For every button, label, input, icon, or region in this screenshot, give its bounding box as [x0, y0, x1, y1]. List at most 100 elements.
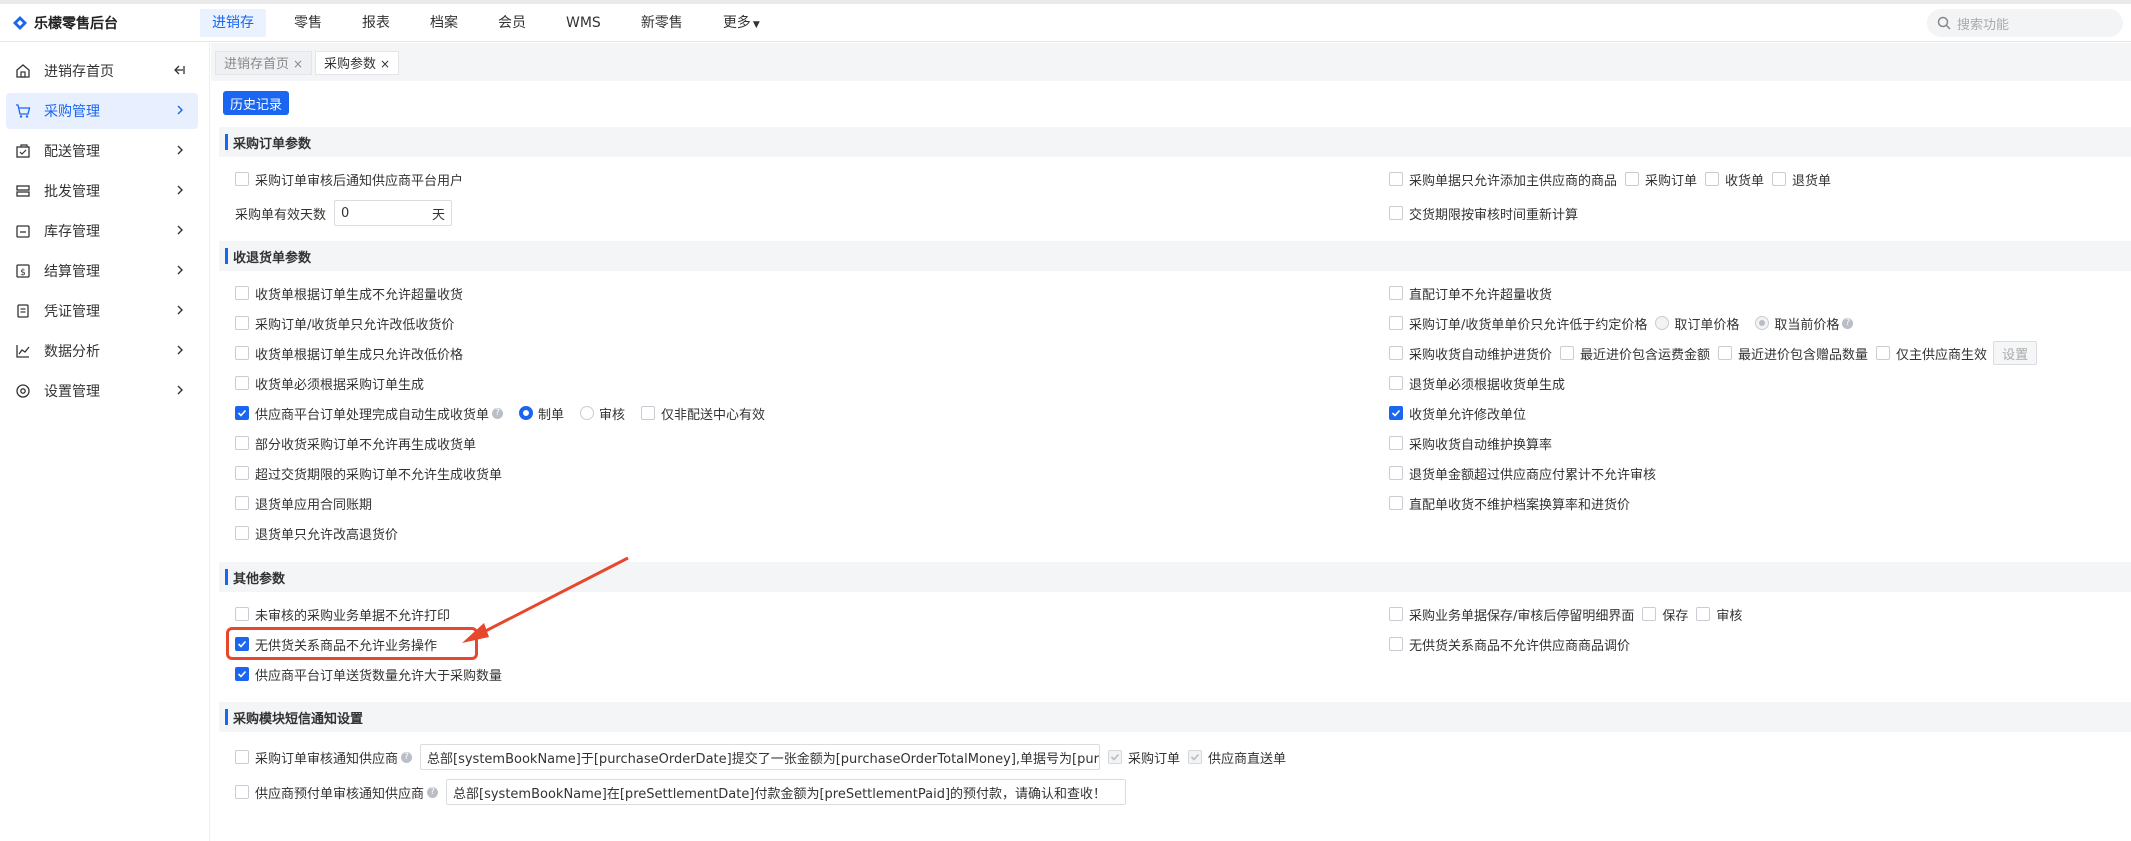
opt-rr-left-6[interactable]: 超过交货期限的采购订单不允许生成收货单	[235, 462, 502, 484]
sidebar-item-jxc-home[interactable]: 进销存首页	[6, 53, 198, 89]
opt-other-left-2[interactable]: 供应商平台订单送货数量允许大于采购数量	[235, 663, 502, 685]
opt-rr-left-5[interactable]: 部分收货采购订单不允许再生成收货单	[235, 432, 476, 454]
opt-rr-right-6[interactable]: 退货单金额超过供应商应付累计不允许审核	[1389, 462, 1656, 484]
checkbox[interactable]	[1705, 172, 1720, 186]
checkbox[interactable]	[1772, 172, 1787, 186]
checkbox-checked-disabled[interactable]	[1108, 750, 1123, 764]
checkbox[interactable]	[1389, 206, 1403, 220]
opt-rr-left-2[interactable]: 收货单根据订单生成只允许改低价格	[235, 342, 463, 364]
checkbox-checked[interactable]	[1389, 406, 1403, 420]
sidebar-item-analytics[interactable]: 数据分析	[6, 333, 198, 369]
opt-rr-right-5[interactable]: 采购收货自动维护换算率	[1389, 432, 1552, 454]
sidebar-item-wholesale[interactable]: 批发管理	[6, 173, 198, 209]
radio[interactable]	[580, 406, 595, 420]
option-label: 交货期限按审核时间重新计算	[1409, 207, 1579, 223]
help-icon[interactable]: ?	[492, 407, 504, 419]
opt-rr-left-7[interactable]: 退货单应用合同账期	[235, 492, 372, 514]
checkbox[interactable]	[1389, 637, 1403, 651]
opt-rr-left-4[interactable]: 供应商平台订单处理完成自动生成收货单? 制单 审核 仅非配送中心有效	[235, 402, 765, 424]
opt-rr-right-7[interactable]: 直配单收货不维护档案换算率和进货价	[1389, 492, 1630, 514]
opt-rr-right-3[interactable]: 退货单必须根据收货单生成	[1389, 372, 1565, 394]
nav-retail[interactable]: 零售	[282, 9, 334, 37]
close-icon[interactable]: ×	[380, 57, 390, 71]
checkbox[interactable]	[235, 376, 249, 390]
opt-notify-supplier[interactable]: 采购订单审核后通知供应商平台用户	[235, 168, 463, 190]
sms-po-template-input[interactable]: 总部[systemBookName]于[purchaseOrderDate]提交…	[420, 744, 1101, 770]
checkbox[interactable]	[235, 496, 249, 510]
checkbox[interactable]	[1389, 172, 1403, 186]
opt-rr-left-0[interactable]: 收货单根据订单生成不允许超量收货	[235, 282, 463, 304]
setting-button[interactable]: 设置	[1993, 341, 2038, 365]
opt-only-main-supplier[interactable]: 采购单据只允许添加主供应商的商品 采购订单 收货单 退货单	[1389, 168, 1831, 190]
checkbox[interactable]	[1389, 436, 1403, 450]
nav-jxc[interactable]: 进销存	[200, 8, 266, 37]
checkbox-checked[interactable]	[235, 406, 249, 420]
help-icon[interactable]: ?	[1842, 317, 1854, 329]
tab-jxc-home[interactable]: 进销存首页 ×	[215, 51, 313, 75]
opt-rr-right-4[interactable]: 收货单允许修改单位	[1389, 402, 1526, 424]
checkbox[interactable]	[235, 466, 249, 480]
checkbox[interactable]	[235, 526, 249, 540]
nav-report[interactable]: 报表	[350, 9, 402, 37]
sidebar-item-delivery[interactable]: 配送管理	[6, 133, 198, 169]
checkbox[interactable]	[1389, 466, 1403, 480]
radio-selected[interactable]	[519, 406, 534, 420]
opt-rr-left-8[interactable]: 退货单只允许改高退货价	[235, 522, 398, 544]
checkbox[interactable]	[1560, 346, 1575, 360]
history-button[interactable]: 历史记录	[223, 91, 289, 115]
sidebar-item-inventory[interactable]: 库存管理	[6, 213, 198, 249]
nav-member[interactable]: 会员	[486, 9, 538, 37]
nav-new-retail[interactable]: 新零售	[629, 9, 695, 37]
collapse-sidebar-icon[interactable]	[172, 63, 186, 77]
search-input[interactable]: 搜索功能	[1927, 9, 2123, 37]
checkbox[interactable]	[1389, 376, 1403, 390]
help-icon[interactable]: ?	[401, 751, 413, 763]
valid-days-input[interactable]: 0天	[334, 200, 453, 226]
tab-purchase-params[interactable]: 采购参数 ×	[315, 51, 400, 75]
close-icon[interactable]: ×	[293, 57, 303, 71]
sms-prepay-template-input[interactable]: 总部[systemBookName]在[preSettlementDate]付款…	[446, 779, 1127, 805]
checkbox[interactable]	[235, 316, 249, 330]
checkbox[interactable]	[235, 436, 249, 450]
app-logo[interactable]: 乐檬零售后台	[0, 13, 200, 33]
nav-archive[interactable]: 档案	[418, 9, 470, 37]
checkbox[interactable]	[1389, 346, 1403, 360]
checkbox[interactable]	[235, 346, 249, 360]
sidebar-item-voucher[interactable]: 凭证管理	[6, 293, 198, 329]
sidebar-item-purchase[interactable]: 采购管理	[6, 93, 198, 129]
radio[interactable]	[1655, 316, 1670, 330]
nav-more[interactable]: 更多 ▼	[711, 9, 772, 37]
sidebar-item-settlement[interactable]: $ 结算管理	[6, 253, 198, 289]
opt-no-supply-price[interactable]: 无供货关系商品不允许供应商商品调价	[1389, 633, 1630, 655]
checkbox[interactable]	[235, 607, 249, 621]
opt-delivery-recalc[interactable]: 交货期限按审核时间重新计算	[1389, 202, 1578, 224]
checkbox[interactable]	[641, 406, 656, 420]
opt-rr-right-2[interactable]: 采购收货自动维护进货价 最近进价包含运费金额 最近进价包含赠品数量 仅主供应商生…	[1389, 341, 2038, 365]
checkbox[interactable]	[1625, 172, 1640, 186]
opt-rr-right-0[interactable]: 直配订单不允许超量收货	[1389, 282, 1552, 304]
opt-other-left-0[interactable]: 未审核的采购业务单据不允许打印	[235, 603, 450, 625]
opt-stay-detail[interactable]: 采购业务单据保存/审核后停留明细界面 保存 审核	[1389, 603, 1742, 625]
option-label: 采购单据只允许添加主供应商的商品	[1409, 173, 1618, 189]
nav-wms[interactable]: WMS	[554, 9, 613, 37]
checkbox-checked[interactable]	[235, 667, 249, 681]
checkbox[interactable]	[1389, 496, 1403, 510]
radio-selected[interactable]	[1755, 316, 1770, 330]
checkbox[interactable]	[1642, 607, 1657, 621]
checkbox[interactable]	[235, 286, 249, 300]
checkbox[interactable]	[1718, 346, 1733, 360]
opt-rr-right-1[interactable]: 采购订单/收货单单价只允许低于约定价格 取订单价格 取当前价格?	[1389, 312, 1854, 334]
opt-rr-left-3[interactable]: 收货单必须根据采购订单生成	[235, 372, 424, 394]
checkbox-checked-disabled[interactable]	[1188, 750, 1203, 764]
checkbox[interactable]	[1389, 607, 1403, 621]
checkbox[interactable]	[1876, 346, 1891, 360]
opt-rr-left-1[interactable]: 采购订单/收货单只允许改低收货价	[235, 312, 454, 334]
help-icon[interactable]: ?	[427, 786, 439, 798]
sidebar-item-settings[interactable]: 设置管理	[6, 373, 198, 409]
checkbox[interactable]	[235, 750, 249, 764]
checkbox[interactable]	[1389, 316, 1403, 330]
checkbox[interactable]	[235, 172, 249, 186]
checkbox[interactable]	[1389, 286, 1403, 300]
checkbox[interactable]	[235, 785, 249, 799]
checkbox[interactable]	[1696, 607, 1711, 621]
